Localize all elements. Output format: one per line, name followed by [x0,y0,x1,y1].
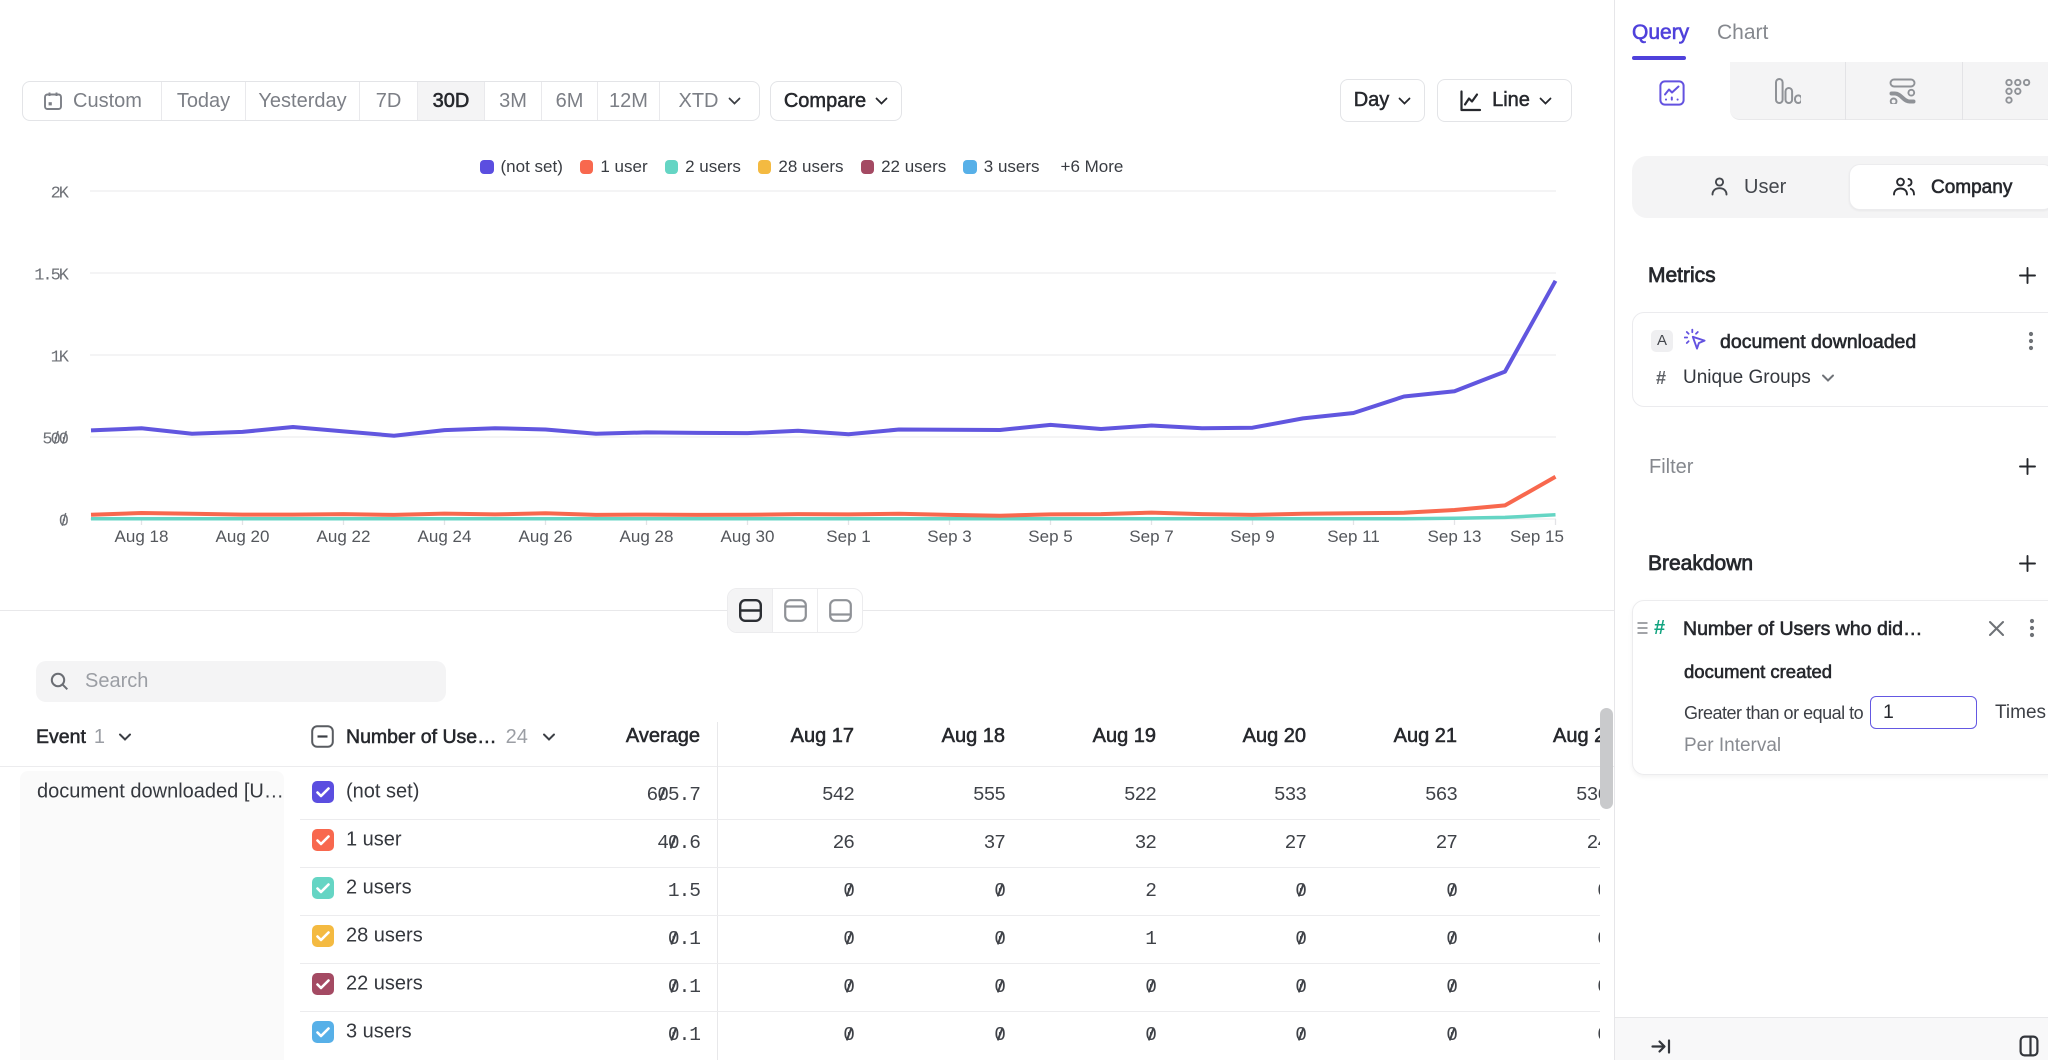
svg-text:Sep 11: Sep 11 [1327,527,1380,546]
svg-text:Aug 22: Aug 22 [317,527,371,546]
svg-text:Sep 3: Sep 3 [927,527,971,546]
svg-text:Sep 9: Sep 9 [1230,527,1274,546]
svg-text:Aug 20: Aug 20 [216,527,270,546]
svg-text:Aug 26: Aug 26 [519,527,573,546]
svg-text:Sep 7: Sep 7 [1129,527,1173,546]
svg-text:Aug 30: Aug 30 [721,527,775,546]
svg-text:Aug 18: Aug 18 [115,527,169,546]
svg-text:Sep 1: Sep 1 [826,527,870,546]
svg-text:2K: 2K [51,185,70,204]
svg-text:Sep 5: Sep 5 [1028,527,1072,546]
svg-text:Sep 15: Sep 15 [1510,527,1564,546]
svg-text:1.5K: 1.5K [34,267,70,286]
svg-text:Sep 13: Sep 13 [1428,527,1482,546]
svg-text:Aug 28: Aug 28 [620,527,674,546]
svg-text:1K: 1K [51,349,70,368]
svg-text:Aug 24: Aug 24 [418,527,472,546]
